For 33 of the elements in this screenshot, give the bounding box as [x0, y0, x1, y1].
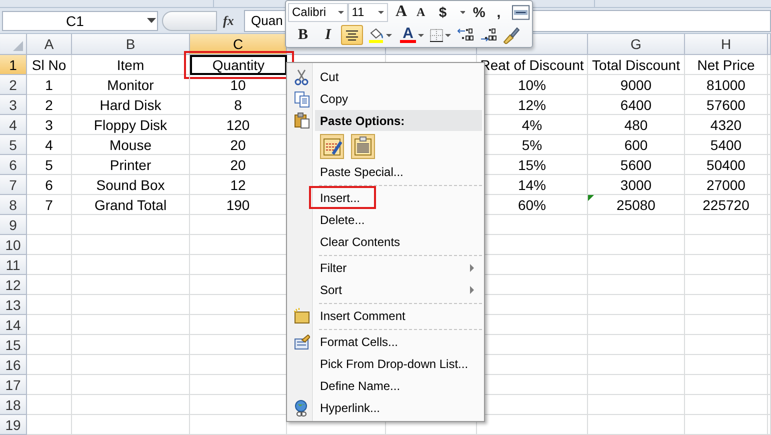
table-cell: 57600 [685, 95, 768, 115]
table-cell: 480 [588, 115, 685, 135]
table-cell: Mouse [72, 135, 190, 155]
table-cell: 1 [27, 75, 72, 95]
table-cell: Sound Box [72, 175, 190, 195]
table-cell: Total Discount [588, 55, 685, 75]
table-cell: 25080 [588, 195, 685, 215]
table-cell: 6400 [588, 95, 685, 115]
table-cell: Item [72, 55, 190, 75]
table-cell: Monitor [72, 75, 190, 95]
table-cell: Grand Total [72, 195, 190, 215]
menu-section-header: Paste Options: [315, 110, 482, 131]
table-cell: Hard Disk [72, 95, 190, 115]
table-cell: Net Price [685, 55, 768, 75]
table-cell: Floppy Disk [72, 115, 190, 135]
table-cell: 7 [27, 195, 72, 215]
table-cell: 27000 [685, 175, 768, 195]
table-cell: 3000 [588, 175, 685, 195]
table-cell: 3 [27, 115, 72, 135]
table-cell: 2 [27, 95, 72, 115]
table-cell: 6 [27, 175, 72, 195]
table-cell: 4 [27, 135, 72, 155]
table-cell: 600 [588, 135, 685, 155]
table-cell: 5400 [685, 135, 768, 155]
table-cell: Sl No [27, 55, 72, 75]
table-cell: 5 [27, 155, 72, 175]
table-cell: 50400 [685, 155, 768, 175]
table-cell: 5600 [588, 155, 685, 175]
table-cell: Printer [72, 155, 190, 175]
table-cell: 4320 [685, 115, 768, 135]
table-cell: 225720 [685, 195, 768, 215]
table-cell: 81000 [685, 75, 768, 95]
table-cell: 9000 [588, 75, 685, 95]
